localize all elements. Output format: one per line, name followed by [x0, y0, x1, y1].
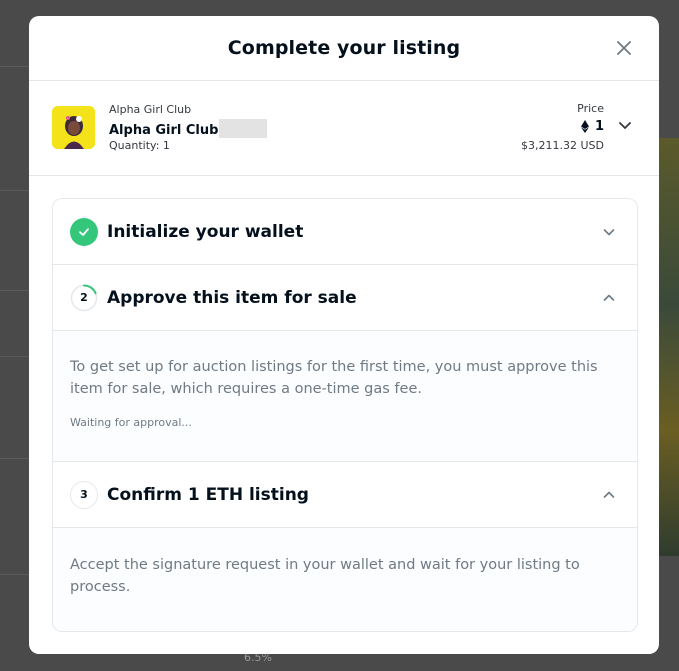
chevron-down-icon — [603, 228, 615, 235]
background-divider — [0, 356, 29, 357]
item-name-text: Alpha Girl Club — [109, 123, 219, 138]
item-thumbnail — [52, 106, 95, 149]
price-eth-value: 1 — [594, 119, 604, 134]
background-divider — [0, 290, 29, 291]
close-button[interactable] — [613, 37, 635, 59]
price-label: Price — [577, 102, 604, 115]
complete-listing-modal: Complete your listing Alpha Girl Club Al… — [29, 16, 659, 654]
step-description: To get set up for auction listings for t… — [70, 359, 598, 397]
background-artwork — [659, 138, 679, 556]
chevron-up-icon — [603, 491, 615, 498]
price-eth: 1 — [580, 119, 604, 134]
step-confirm-listing[interactable]: 3 Confirm 1 ETH listing — [53, 462, 637, 528]
checkmark-icon — [79, 227, 89, 236]
price-usd: $3,211.32 USD — [521, 139, 604, 152]
step-complete-indicator — [70, 217, 98, 246]
item-name: Alpha Girl Club — [109, 119, 268, 138]
step-title: Initialize your wallet — [107, 221, 304, 242]
step-approve-details: To get set up for auction listings for t… — [53, 331, 637, 462]
step-initialize-wallet[interactable]: Initialize your wallet — [53, 199, 637, 265]
item-quantity: Quantity: 1 — [109, 139, 170, 152]
listing-item-summary: Alpha Girl Club Alpha Girl Club Quantity… — [29, 81, 659, 176]
background-divider — [0, 458, 29, 459]
step-title: Confirm 1 ETH listing — [107, 484, 309, 505]
step-approve-item[interactable]: 2 Approve this item for sale — [53, 265, 637, 331]
step-confirm-details: Accept the signature request in your wal… — [53, 528, 637, 631]
step-title: Approve this item for sale — [107, 287, 357, 308]
listing-steps: Initialize your wallet 2 Approve this it… — [52, 198, 638, 632]
background-divider — [0, 574, 29, 575]
redacted-token-id — [219, 119, 268, 138]
step-number: 3 — [80, 488, 88, 501]
price-details-toggle[interactable] — [617, 117, 633, 133]
step-collapse-toggle[interactable] — [601, 487, 617, 503]
step-number: 2 — [80, 291, 88, 304]
ethereum-icon — [580, 120, 589, 133]
background-divider — [0, 190, 29, 191]
item-collection-name: Alpha Girl Club — [109, 103, 192, 116]
chevron-down-icon — [619, 122, 631, 129]
step-description: Accept the signature request in your wal… — [70, 557, 580, 595]
step-progress-indicator: 2 — [70, 283, 98, 312]
step-collapse-toggle[interactable] — [601, 290, 617, 306]
background-divider — [0, 66, 29, 67]
modal-header: Complete your listing — [29, 16, 659, 81]
step-expand-toggle[interactable] — [601, 224, 617, 240]
close-icon — [617, 41, 631, 55]
modal-title: Complete your listing — [227, 37, 461, 59]
chevron-up-icon — [603, 294, 615, 301]
step-number-indicator: 3 — [70, 480, 98, 509]
step-status-text: Waiting for approval... — [70, 416, 192, 429]
